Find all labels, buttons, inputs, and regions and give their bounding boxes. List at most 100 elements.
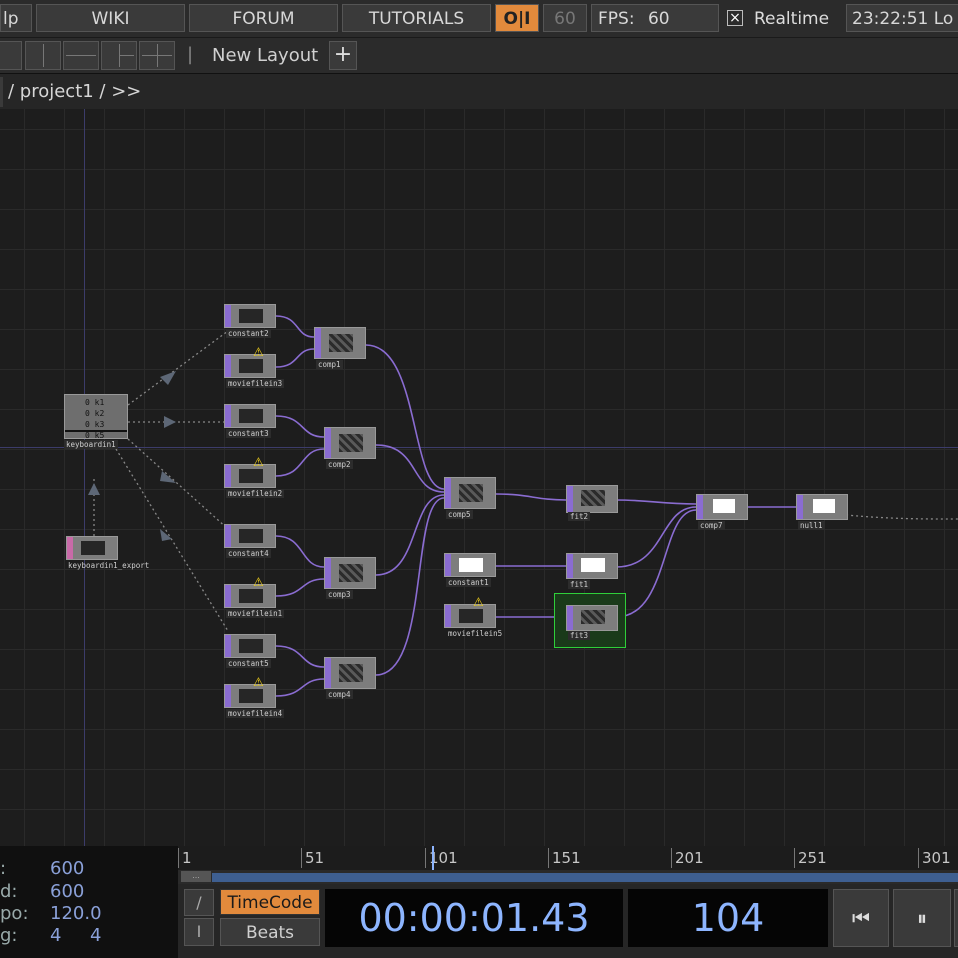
node-label: constant3 [226, 429, 271, 438]
moviefilein4-node[interactable] [224, 684, 276, 708]
range-start-handle[interactable]: ... [181, 871, 211, 882]
timeline-ruler[interactable]: 1 51 101 151 201 251 301 [178, 846, 958, 870]
arrow-icon [88, 483, 100, 495]
node-label: constant1 [446, 578, 491, 587]
fps-label: FPS: [598, 9, 635, 29]
beats-mode-button[interactable]: Beats [220, 918, 320, 946]
new-layout-label[interactable]: New Layout [212, 45, 318, 66]
network-editor[interactable]: 0 k1 0 k2 0 k3 0 k5 keyboardin1 keyboard… [0, 109, 958, 846]
warning-icon[interactable]: ⚠ [253, 575, 264, 589]
wire [275, 535, 325, 568]
layout-split-horizontal-button[interactable] [63, 41, 99, 70]
wire [275, 448, 325, 477]
realtime-checkbox[interactable]: × [727, 10, 743, 26]
comp3-node[interactable] [324, 557, 376, 589]
arrow-icon [160, 371, 176, 385]
play-button[interactable] [954, 889, 958, 947]
comp2-node[interactable] [324, 427, 376, 459]
network-path-bar: / project1 / >> [0, 73, 958, 111]
comp5-node[interactable] [444, 477, 496, 509]
constant5-node[interactable] [224, 634, 276, 658]
tempo-value[interactable]: 120.0 [50, 903, 102, 924]
tutorials-button[interactable]: TUTORIALS [342, 4, 491, 32]
timecode-mode-button[interactable]: TimeCode [220, 889, 320, 915]
realtime-label: Realtime [754, 9, 830, 29]
node-label: moviefilein3 [226, 379, 285, 388]
fps-setting[interactable]: 60 [543, 4, 587, 32]
keyboard-channel: 0 k3 [85, 420, 105, 429]
perform-mode-toggle[interactable]: O|I [495, 4, 539, 32]
wire [275, 645, 325, 668]
node-label: keyboardin1 [64, 440, 118, 449]
add-layout-button[interactable]: + [329, 41, 357, 70]
range-end-value[interactable]: 600 [50, 881, 84, 902]
keyboardin1-node[interactable]: 0 k1 0 k2 0 k3 0 k5 [64, 394, 128, 440]
export-link [127, 438, 229, 530]
moviefilein2-node[interactable] [224, 464, 276, 488]
node-label: comp7 [698, 521, 725, 530]
layout-bar: | New Layout + [0, 37, 958, 74]
help-menu[interactable]: lp [0, 4, 32, 32]
node-label: constant2 [226, 329, 271, 338]
warning-icon[interactable]: ⚠ [253, 455, 264, 469]
slash-button[interactable]: / [184, 889, 214, 916]
warning-icon[interactable]: ⚠ [473, 595, 484, 609]
comp7-node[interactable] [696, 494, 748, 520]
moviefilein3-node[interactable] [224, 354, 276, 378]
export-link [115, 448, 229, 632]
node-label: comp5 [446, 510, 473, 519]
constant4-node[interactable] [224, 524, 276, 548]
clock-display: 23:22:51 Lo [846, 4, 958, 32]
node-label: comp2 [326, 460, 353, 469]
wire [375, 494, 445, 576]
range-slider[interactable] [212, 873, 958, 882]
node-label: comp4 [326, 690, 353, 699]
wiki-button[interactable]: WIKI [36, 4, 185, 32]
node-label: fit2 [568, 512, 591, 521]
export-link [127, 330, 229, 406]
wire [275, 348, 315, 368]
network-path[interactable]: / project1 / >> [8, 81, 141, 102]
bar-button[interactable]: I [184, 918, 214, 946]
comp1-node[interactable] [314, 327, 366, 359]
end-frame-value[interactable]: 600 [50, 858, 84, 879]
constant2-node[interactable] [224, 304, 276, 328]
frame-display[interactable]: 104 [628, 889, 828, 947]
constant1-node[interactable] [444, 553, 496, 577]
ruler-tick: 151 [548, 848, 581, 868]
fps-display: FPS: 60 [591, 4, 719, 32]
wire [275, 415, 325, 438]
layout-four-pane-button[interactable] [139, 41, 175, 70]
info-row: d: 600 [0, 881, 85, 902]
node-label: null1 [798, 521, 825, 530]
info-row: :600 [0, 858, 85, 879]
wire [275, 315, 315, 338]
null1-node[interactable] [796, 494, 848, 520]
layout-split-vertical-button[interactable] [25, 41, 61, 70]
moviefilein1-node[interactable] [224, 584, 276, 608]
ruler-tick: 1 [178, 848, 192, 868]
keyboardin1-export-node[interactable] [66, 536, 118, 560]
path-bar-handle[interactable] [0, 77, 3, 107]
warning-icon[interactable]: ⚠ [253, 345, 264, 359]
playhead[interactable] [432, 846, 434, 870]
comp4-node[interactable] [324, 657, 376, 689]
fit3-node[interactable] [566, 605, 618, 631]
layout-single-button[interactable] [0, 41, 22, 70]
keyboard-channel: 0 k2 [85, 409, 105, 418]
moviefilein5-node[interactable] [444, 604, 496, 628]
wire [375, 497, 445, 676]
warning-icon[interactable]: ⚠ [253, 675, 264, 689]
pause-button[interactable]: ⏸ [893, 889, 951, 947]
layout-three-pane-button[interactable] [101, 41, 137, 70]
time-signature-value[interactable]: 4 4 [50, 925, 102, 946]
node-label: moviefilein2 [226, 489, 285, 498]
forum-button[interactable]: FORUM [189, 4, 338, 32]
fit2-node[interactable] [566, 485, 618, 513]
timecode-display[interactable]: 00:00:01.43 [325, 889, 623, 947]
top-menu-bar: lp WIKI FORUM TUTORIALS O|I 60 FPS: 60 ×… [0, 0, 958, 37]
rewind-button[interactable]: ⏮ [833, 889, 889, 947]
fit1-node[interactable] [566, 553, 618, 579]
node-label: moviefilein5 [448, 629, 503, 638]
constant3-node[interactable] [224, 404, 276, 428]
